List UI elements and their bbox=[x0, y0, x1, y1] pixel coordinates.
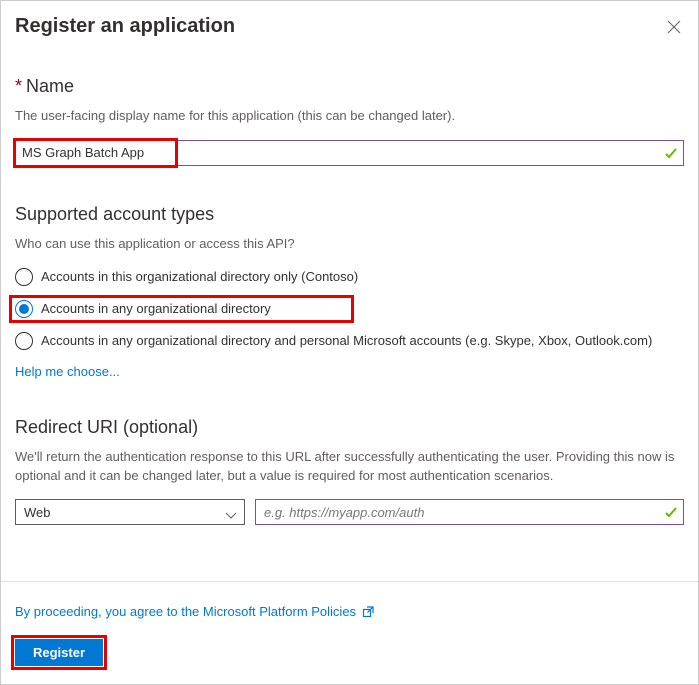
policy-link[interactable]: By proceeding, you agree to the Microsof… bbox=[15, 604, 684, 619]
help-me-choose-link[interactable]: Help me choose... bbox=[15, 364, 684, 379]
name-section: *Name The user-facing display name for t… bbox=[15, 76, 684, 166]
close-button[interactable] bbox=[664, 17, 684, 37]
radio-option-multi-tenant-personal[interactable]: Accounts in any organizational directory… bbox=[15, 332, 684, 350]
radio-icon bbox=[15, 268, 33, 286]
policy-link-text: By proceeding, you agree to the Microsof… bbox=[15, 604, 356, 619]
name-input[interactable] bbox=[15, 140, 684, 166]
redirect-uri-input[interactable] bbox=[255, 499, 684, 525]
redirect-uri-helper: We'll return the authentication response… bbox=[15, 448, 684, 486]
account-types-helper: Who can use this application or access t… bbox=[15, 235, 684, 254]
external-link-icon bbox=[362, 606, 374, 618]
radio-option-multi-tenant[interactable]: Accounts in any organizational directory bbox=[15, 300, 684, 318]
radio-icon bbox=[15, 300, 33, 318]
platform-select-value: Web bbox=[24, 505, 51, 520]
close-icon bbox=[667, 20, 681, 34]
checkmark-icon bbox=[664, 146, 678, 160]
radio-label: Accounts in any organizational directory bbox=[41, 301, 271, 316]
radio-label: Accounts in any organizational directory… bbox=[41, 333, 652, 348]
platform-select[interactable]: Web bbox=[15, 499, 245, 525]
panel-title: Register an application bbox=[15, 15, 235, 38]
radio-option-single-tenant[interactable]: Accounts in this organizational director… bbox=[15, 268, 684, 286]
account-types-radio-group: Accounts in this organizational director… bbox=[15, 268, 684, 350]
register-button[interactable]: Register bbox=[15, 639, 103, 666]
redirect-uri-section: Redirect URI (optional) We'll return the… bbox=[15, 417, 684, 526]
account-types-section: Supported account types Who can use this… bbox=[15, 204, 684, 379]
radio-label: Accounts in this organizational director… bbox=[41, 269, 358, 284]
radio-icon bbox=[15, 332, 33, 350]
name-label: *Name bbox=[15, 76, 684, 97]
chevron-down-icon bbox=[225, 508, 237, 516]
name-helper-text: The user-facing display name for this ap… bbox=[15, 107, 684, 126]
required-asterisk: * bbox=[15, 76, 22, 96]
account-types-label: Supported account types bbox=[15, 204, 684, 225]
redirect-uri-label: Redirect URI (optional) bbox=[15, 417, 684, 438]
checkmark-icon bbox=[664, 505, 678, 519]
